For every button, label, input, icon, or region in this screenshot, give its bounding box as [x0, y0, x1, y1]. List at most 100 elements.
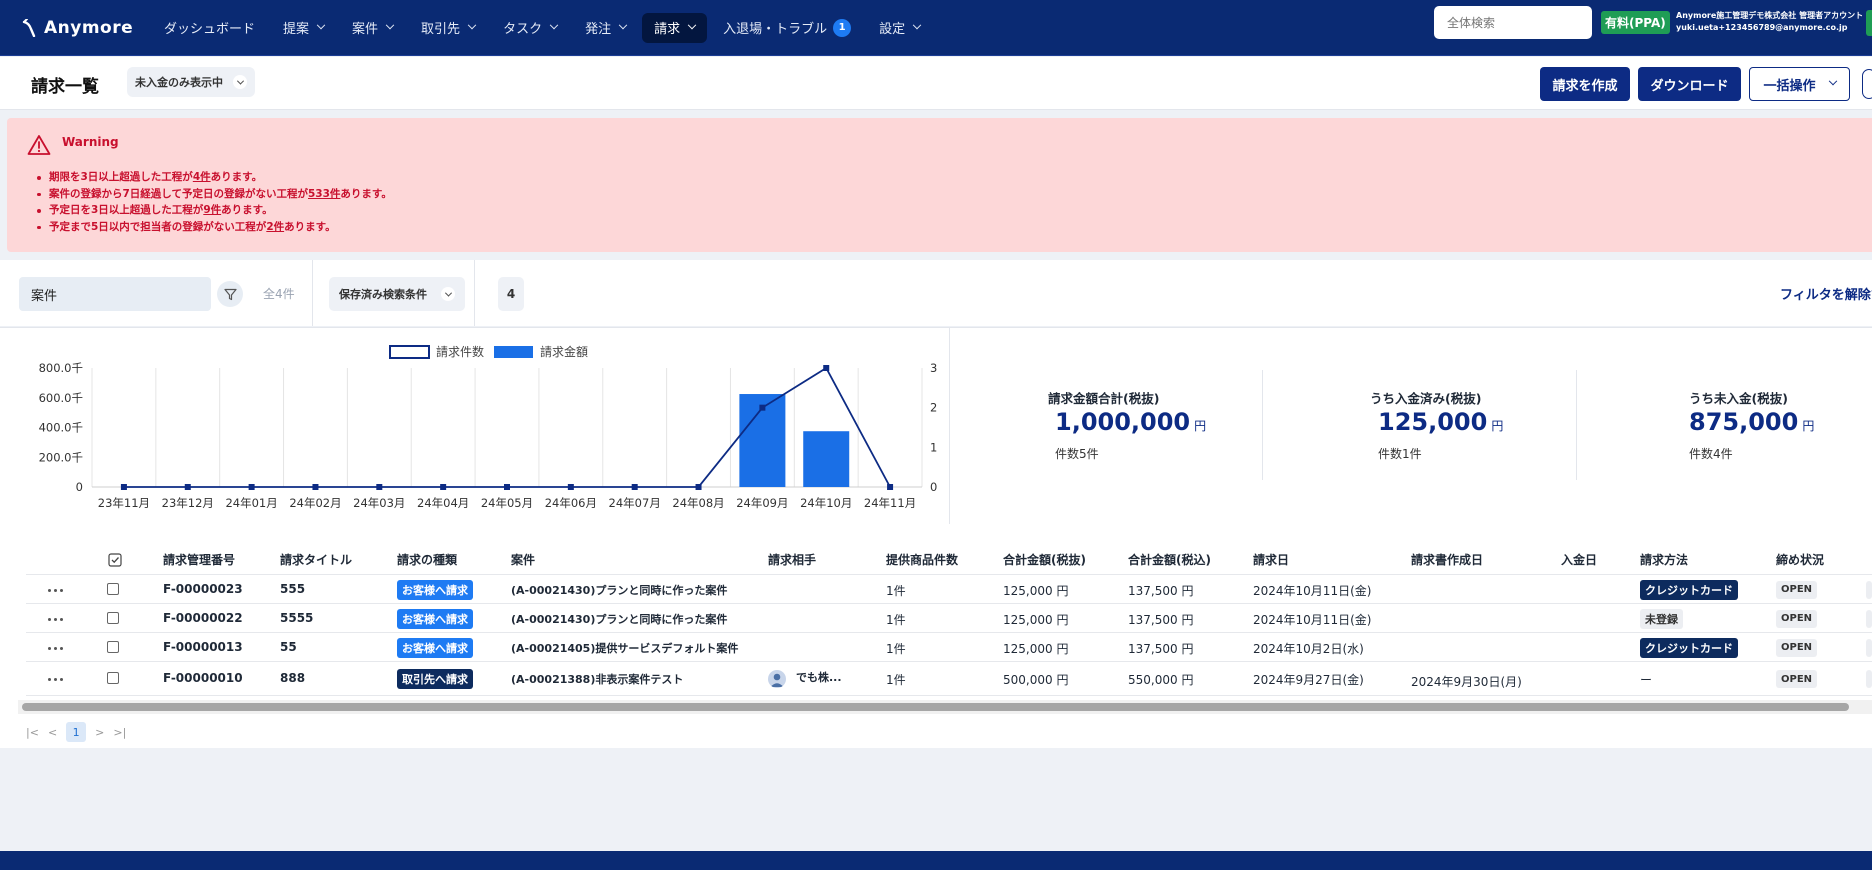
x-axis-tick-label: 23年11月: [98, 496, 150, 510]
logo-mark-icon: [22, 18, 36, 37]
unpaid-filter-pill[interactable]: 未入金のみ表示中: [127, 67, 255, 97]
more-actions-icon[interactable]: [48, 678, 66, 681]
column-header[interactable]: 請求管理番号: [163, 551, 235, 568]
invoice-title: 55: [280, 639, 297, 654]
clear-filter-link[interactable]: フィルタを解除す: [1780, 284, 1872, 303]
dot: [54, 678, 57, 681]
warning-item: 予定日を3日以上超過した工程が9件あります。: [37, 202, 392, 219]
warning-text: 期限を3日以上超過した工程が: [49, 171, 193, 183]
table-row[interactable]: [26, 633, 1872, 662]
download-button[interactable]: ダウンロード: [1638, 67, 1741, 101]
bulk-action-label: 一括操作: [1763, 78, 1816, 94]
item-count: 1件: [886, 612, 906, 627]
chevron-down-icon: [912, 20, 922, 29]
line-point: [440, 484, 447, 490]
column-header[interactable]: 請求書作成日: [1411, 551, 1483, 568]
column-header[interactable]: 案件: [511, 551, 535, 568]
closing-status-badge: OPEN: [1776, 609, 1818, 628]
next-page-icon[interactable]: >: [95, 726, 104, 739]
column-header[interactable]: 請求方法: [1640, 551, 1688, 568]
line-point: [184, 484, 191, 490]
warning-count-link[interactable]: 9件: [203, 204, 221, 216]
filter-count-pill[interactable]: 4: [498, 277, 524, 311]
warning-count-link[interactable]: 4件: [193, 171, 211, 183]
nav-item[interactable]: 提案: [271, 13, 336, 43]
account-menu-edge[interactable]: [1866, 10, 1872, 36]
horizontal-scrollbar[interactable]: [22, 703, 1849, 711]
line-point: [887, 484, 894, 490]
row-checkbox[interactable]: [107, 611, 119, 624]
payment-method-tag: クレジットカード: [1640, 579, 1738, 600]
nav-item[interactable]: 入退場・トラブル 1: [711, 13, 863, 43]
bar: [803, 431, 850, 487]
dot: [48, 588, 51, 592]
column-header[interactable]: 請求相手: [768, 551, 816, 568]
summary-value: 875,000 円: [1689, 408, 1814, 436]
left-axis-tick-label: 200.0千: [39, 450, 83, 464]
invoice-id: F-00000010: [163, 671, 243, 685]
next-column-cell: [1866, 670, 1872, 688]
chevron-down-icon: [687, 20, 697, 29]
summary-label: うち未入金(税抜): [1689, 391, 1788, 406]
next-column-cell: [1866, 609, 1872, 628]
column-header[interactable]: 合計金額(税込): [1128, 551, 1211, 568]
account-info[interactable]: Anymore施工管理デモ株式会社 管理者アカウント yuki.ueta+123…: [1676, 10, 1863, 34]
dot: [54, 588, 57, 592]
row-checkbox[interactable]: [107, 672, 119, 684]
nav-item[interactable]: 請求: [642, 12, 708, 43]
warning-count-link[interactable]: 533件: [308, 188, 340, 200]
saved-search-label: 保存済み検索条件: [339, 288, 427, 301]
invoice-type-tag: お客様へ請求: [397, 637, 473, 658]
warning-item: 案件の登録から7日経過して予定日の登録がない工程が533件あります。: [37, 186, 392, 203]
row-checkbox[interactable]: [107, 582, 119, 595]
nav-item[interactable]: 取引先: [409, 13, 487, 43]
more-actions-icon[interactable]: [48, 588, 66, 592]
x-axis-tick-label: 24年11月: [864, 496, 916, 510]
column-header[interactable]: 合計金額(税抜): [1003, 551, 1086, 568]
last-page-icon[interactable]: >|: [113, 726, 126, 739]
column-header[interactable]: 請求日: [1253, 551, 1289, 568]
first-page-icon[interactable]: |<: [26, 726, 39, 739]
summary-value: 125,000 円: [1378, 408, 1503, 436]
column-header[interactable]: 請求の種類: [397, 551, 457, 568]
column-header[interactable]: 請求タイトル: [280, 551, 352, 568]
prev-page-icon[interactable]: <: [48, 726, 57, 739]
invoice-chart: 800.0千 600.0千 400.0千 200.0千 0 3 2 1 0 23年11月 23年12…: [0, 328, 950, 525]
chevron-down-icon: [441, 287, 455, 301]
nav-item[interactable]: タスク: [491, 13, 569, 43]
warning-item: 予定まで5日以内で担当者の登録がない工程が2件あります。: [37, 219, 392, 236]
nav-item[interactable]: 設定: [867, 13, 932, 43]
saved-search-dropdown[interactable]: 保存済み検索条件: [329, 277, 465, 311]
chevron-down-icon: [467, 20, 477, 29]
row-checkbox[interactable]: [107, 640, 119, 653]
billing-partner: でも株...: [796, 671, 842, 684]
current-page[interactable]: 1: [66, 722, 87, 742]
bulk-action-button[interactable]: 一括操作: [1749, 67, 1850, 101]
dot: [60, 646, 63, 650]
nav-item[interactable]: 案件: [340, 13, 405, 43]
footer-bar: [0, 851, 1872, 870]
invoice-date: 2024年10月11日(金): [1253, 583, 1372, 598]
extra-menu-button[interactable]: [1862, 69, 1872, 99]
select-all-checkbox[interactable]: [108, 553, 122, 571]
filter-funnel-button[interactable]: [217, 281, 243, 307]
warning-count-link[interactable]: 2件: [266, 221, 284, 233]
divider: [1576, 370, 1577, 480]
logo[interactable]: Anymore: [22, 18, 142, 38]
column-header[interactable]: 入金日: [1561, 551, 1597, 568]
nav-item[interactable]: ダッシュボード: [152, 13, 267, 43]
amount-incl-tax: 137,500 円: [1128, 641, 1194, 656]
column-header[interactable]: 提供商品件数: [886, 551, 958, 568]
case-filter-input[interactable]: 案件: [19, 277, 211, 311]
create-invoice-button[interactable]: 請求を作成: [1540, 67, 1630, 101]
invoice-date: 2024年10月11日(金): [1253, 612, 1372, 627]
more-actions-icon[interactable]: [48, 646, 66, 650]
chevron-down-icon: [233, 75, 247, 89]
x-axis-tick-label: 23年12月: [162, 496, 214, 510]
dot: [54, 646, 57, 650]
column-header[interactable]: 締め状況: [1776, 551, 1824, 568]
main-nav: ダッシュボード 提案 案件 取引先 タスク 発注 請求 入退場・トラブル 1 設定: [152, 12, 932, 43]
global-search-input[interactable]: [1434, 6, 1592, 39]
more-actions-icon[interactable]: [48, 617, 66, 621]
nav-item[interactable]: 発注: [573, 13, 638, 43]
